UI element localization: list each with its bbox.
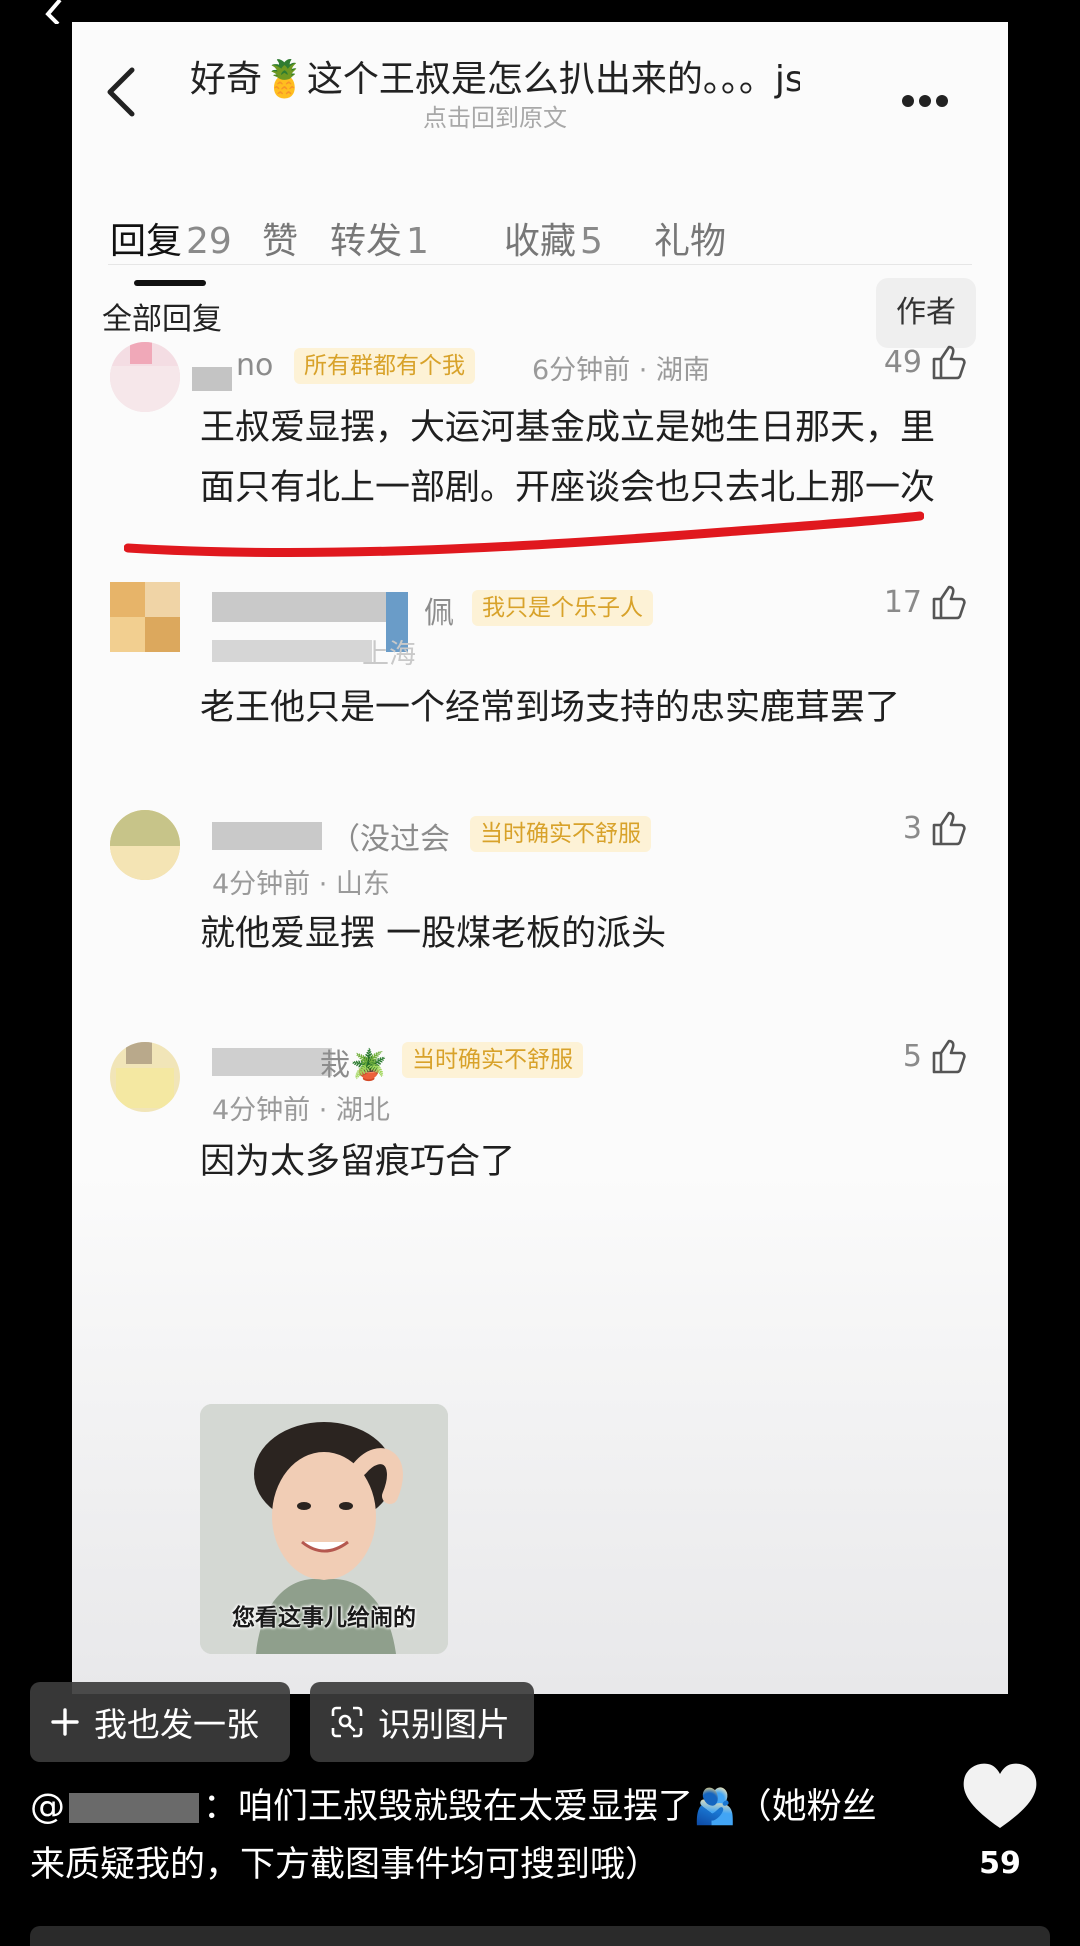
- thumbs-up-icon: [932, 585, 966, 620]
- name-mask: [212, 1048, 332, 1076]
- heart-like-icon[interactable]: [960, 1762, 1040, 1832]
- post-title[interactable]: 好奇🍍这个王叔是怎么扒出来的。。。js…: [190, 50, 800, 102]
- all-replies-label: 全部回复: [102, 302, 222, 337]
- fan-badge: 当时确实不舒服: [402, 1042, 583, 1078]
- recognize-label: 识别图片: [378, 1705, 510, 1744]
- comment-author[interactable]: （没过会: [330, 814, 450, 858]
- back-to-original-link[interactable]: 点击回到原文: [190, 98, 800, 133]
- like-button[interactable]: 49: [884, 342, 968, 382]
- mention-at[interactable]: @: [30, 1787, 65, 1827]
- fan-badge: 所有群都有个我: [294, 348, 475, 384]
- avatar[interactable]: [110, 810, 180, 880]
- post-caption: @ ：咱们王叔毁就毁在太爱显摆了🫂（她粉丝来质疑我的，下方截图事件均可搜到哦）: [30, 1778, 910, 1894]
- plus-icon: [51, 1708, 79, 1736]
- like-count: 5: [902, 1038, 922, 1074]
- comment-meta: 4分钟前 · 湖北: [212, 1095, 390, 1126]
- tab-likes[interactable]: 赞: [262, 212, 298, 264]
- tab-replies-count: 29: [186, 221, 232, 262]
- tabs-divider: [108, 264, 972, 265]
- comment-meta: 上海: [362, 639, 416, 670]
- name-mask: [212, 592, 392, 622]
- scan-image-icon: [331, 1706, 363, 1738]
- meta-mask: [212, 640, 372, 662]
- like-button[interactable]: 3: [903, 808, 968, 848]
- name-mask: [212, 822, 322, 850]
- tab-favorites[interactable]: 收藏 5: [504, 212, 603, 264]
- tab-reposts[interactable]: 转发 1: [330, 212, 429, 264]
- comment-meta: 4分钟前 · 山东: [212, 869, 390, 900]
- author-filter-button[interactable]: 作者: [876, 278, 976, 348]
- thumbs-up-icon: [932, 345, 966, 380]
- avatar[interactable]: [110, 582, 180, 652]
- red-highlight-underline: [124, 511, 924, 558]
- comment-author[interactable]: 栽🪴: [320, 1040, 387, 1084]
- avatar[interactable]: [110, 342, 180, 412]
- comment-meta: 6分钟前 · 湖南: [532, 355, 710, 386]
- tab-reposts-label: 转发: [330, 221, 403, 262]
- thumbs-up-icon: [932, 811, 966, 846]
- comment-text: 因为太多留痕巧合了: [200, 1142, 516, 1182]
- fan-badge: 当时确实不舒服: [470, 816, 651, 852]
- tab-favorites-count: 5: [580, 221, 603, 262]
- tab-gifts-label: 礼物: [654, 221, 727, 262]
- reply-tabs: 回复 29 赞 转发 1 收藏 5 礼物: [72, 182, 1008, 292]
- tab-likes-label: 赞: [262, 221, 299, 262]
- tab-reposts-count: 1: [406, 221, 429, 262]
- like-button[interactable]: 17: [884, 582, 968, 622]
- name-mask: [192, 367, 232, 391]
- post-header: 好奇🍍这个王叔是怎么扒出来的。。。js… 点击回到原文: [72, 22, 1008, 142]
- comment-text: 老王他只是一个经常到场支持的忠实鹿茸罢了: [200, 688, 901, 728]
- post-like-count: 59: [979, 1846, 1021, 1881]
- comment-author[interactable]: no: [236, 348, 273, 383]
- like-button[interactable]: 5: [903, 1036, 968, 1076]
- comment-text: 王叔爱显摆，大运河基金成立是她生日那天，里面只有北上一部剧。开座谈会也只去北上那…: [200, 408, 936, 508]
- recognize-image-button[interactable]: 识别图片: [310, 1682, 534, 1762]
- fan-badge: 我只是个乐子人: [472, 590, 653, 626]
- comment-input-bar[interactable]: [30, 1926, 1050, 1946]
- avatar[interactable]: [110, 1042, 180, 1112]
- back-arrow-icon[interactable]: [102, 62, 142, 122]
- post-same-button[interactable]: 我也发一张: [30, 1682, 290, 1762]
- image-caption: 您看这事儿给闹的: [232, 1605, 416, 1631]
- active-tab-indicator: [134, 280, 206, 286]
- like-count: 3: [902, 810, 922, 846]
- comment-text: 就他爱显摆 一股煤老板的派头: [200, 914, 667, 954]
- tab-gifts[interactable]: 礼物: [654, 212, 726, 264]
- tab-replies-label: 回复: [110, 221, 183, 262]
- like-count: 17: [883, 584, 922, 620]
- thumbs-up-icon: [932, 1039, 966, 1074]
- top-back-icon[interactable]: [40, 0, 70, 24]
- like-count: 49: [883, 344, 922, 380]
- more-options-icon[interactable]: [902, 92, 956, 107]
- mention-mask: [69, 1793, 199, 1823]
- tab-replies[interactable]: 回复 29: [110, 212, 232, 264]
- comment-author[interactable]: 佩: [424, 588, 454, 632]
- tab-favorites-label: 收藏: [504, 221, 577, 262]
- post-same-label: 我也发一张: [94, 1705, 259, 1744]
- screenshot-panel: 好奇🍍这个王叔是怎么扒出来的。。。js… 点击回到原文 回复 29 赞 转发 1 收…: [72, 22, 1008, 1694]
- comment-image[interactable]: 您看这事儿给闹的: [200, 1404, 448, 1654]
